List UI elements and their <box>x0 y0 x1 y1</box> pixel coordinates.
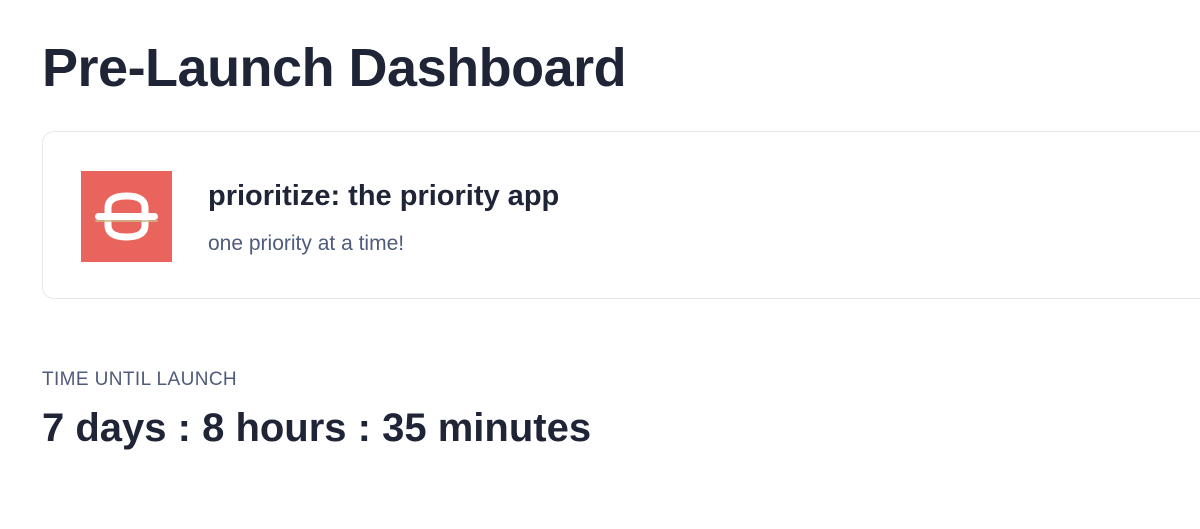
product-card[interactable]: prioritize: the priority app one priorit… <box>42 131 1200 299</box>
product-name: prioritize: the priority app <box>208 180 560 212</box>
prioritize-logo-icon <box>81 171 172 262</box>
countdown-value: 7 days : 8 hours : 35 minutes <box>42 406 592 450</box>
countdown-label: TIME UNTIL LAUNCH <box>42 369 238 390</box>
page-title: Pre-Launch Dashboard <box>42 38 627 98</box>
product-tagline: one priority at a time! <box>208 232 405 255</box>
